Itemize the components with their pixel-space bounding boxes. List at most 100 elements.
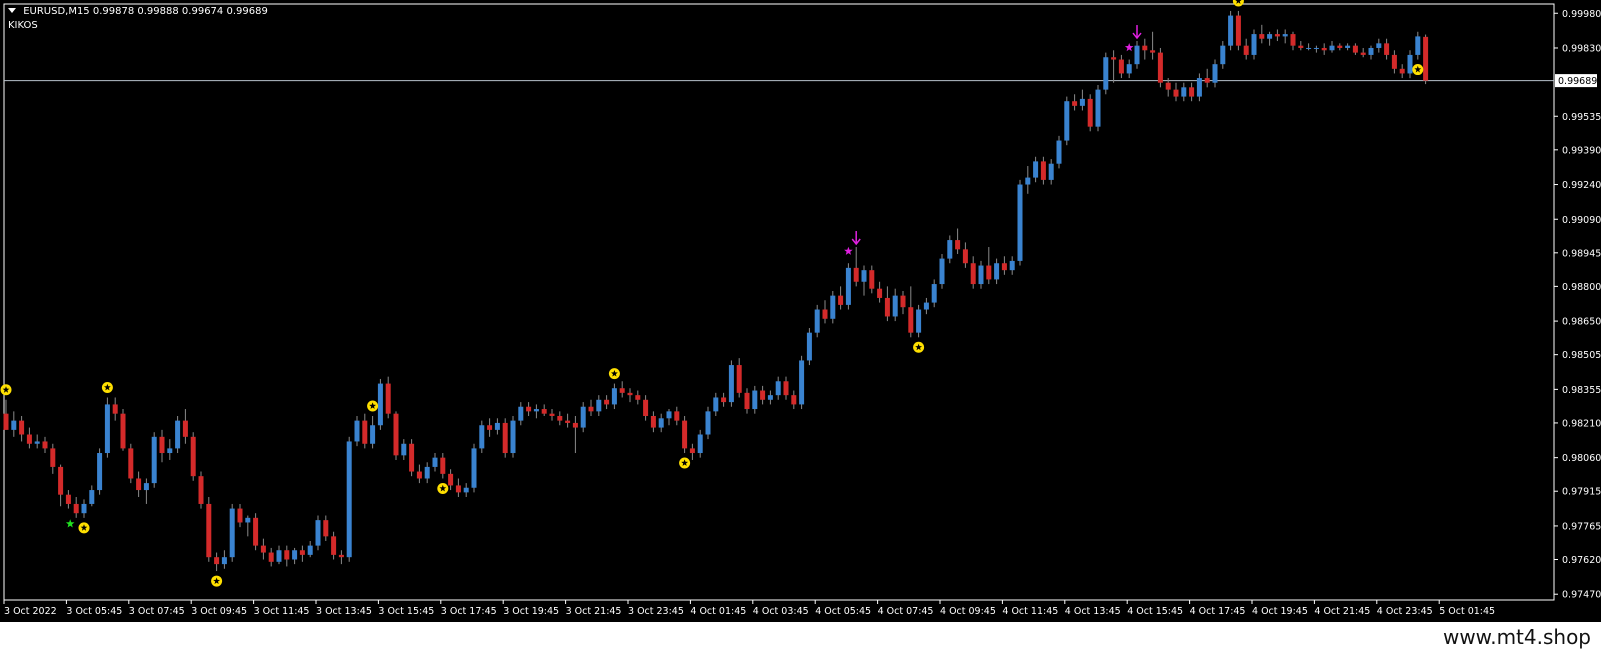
candle	[650, 411, 656, 433]
candle-body	[1111, 57, 1117, 60]
candle	[1274, 29, 1280, 42]
time-tick-label: 3 Oct 21:45	[566, 606, 622, 617]
candle	[463, 483, 469, 498]
candle-body	[260, 545, 266, 553]
candle-body	[1126, 64, 1132, 74]
candle	[892, 288, 898, 322]
candle	[1282, 29, 1288, 44]
price-chart[interactable]: 0.99980 0.99830 0.99535 0.99390 0.99240 0.990…	[0, 0, 1601, 622]
candle-body	[377, 383, 383, 426]
candle	[1040, 156, 1046, 185]
candle-body	[1399, 68, 1405, 74]
candle-body	[892, 295, 898, 317]
candle	[588, 399, 594, 416]
price-tick-label: 0.98945	[1562, 248, 1601, 259]
candle-body	[1259, 34, 1265, 39]
chart-canvas[interactable]: 0.99980 0.99830 0.99535 0.99390 0.99240 0.990…	[0, 0, 1601, 622]
candle	[214, 552, 220, 572]
candle	[845, 263, 851, 310]
candle-body	[81, 503, 87, 514]
candle	[970, 256, 976, 289]
candle	[471, 443, 477, 493]
price-tick-label: 0.98800	[1562, 282, 1601, 293]
candle-body	[1306, 47, 1312, 49]
candle	[1064, 96, 1070, 146]
candle	[861, 265, 867, 296]
candle-body	[752, 390, 758, 410]
candle-body	[1267, 34, 1273, 39]
candle	[736, 358, 742, 398]
candle-body	[1321, 47, 1327, 51]
candle	[494, 418, 500, 435]
candle-body	[206, 503, 212, 558]
candle	[479, 420, 485, 454]
candle	[409, 439, 415, 477]
candle-body	[3, 413, 9, 430]
time-tick-label: 3 Oct 11:45	[254, 606, 310, 617]
candle	[190, 432, 196, 481]
candle	[1306, 43, 1312, 51]
candle-body	[869, 270, 875, 289]
candle	[1001, 256, 1007, 275]
star-signal-icon	[101, 381, 113, 393]
candle	[689, 443, 695, 460]
dropdown-triangle-icon[interactable]	[8, 8, 16, 13]
candle-body	[1017, 184, 1023, 261]
candle	[1321, 43, 1327, 55]
candle-body	[908, 307, 914, 333]
star-signal-icon	[211, 575, 223, 587]
candle-body	[791, 395, 797, 405]
candle	[315, 515, 321, 551]
candle	[666, 409, 672, 426]
candle-body	[455, 485, 461, 493]
candle-body	[432, 457, 438, 467]
candle-body	[518, 406, 524, 421]
candle	[900, 291, 906, 315]
candle-body	[1423, 36, 1429, 81]
candle	[1423, 34, 1429, 85]
price-tick-label: 0.97620	[1562, 555, 1601, 566]
candle-body	[393, 413, 399, 456]
candle	[1368, 45, 1374, 60]
candle	[136, 471, 142, 498]
watermark-bar: www.mt4.shop	[0, 622, 1601, 660]
candle-body	[604, 399, 610, 405]
candle-body	[853, 267, 859, 282]
time-tick-label: 3 Oct 09:45	[191, 606, 247, 617]
candle	[401, 439, 407, 460]
price-tick-label: 0.98210	[1562, 418, 1601, 429]
candle	[50, 443, 56, 474]
candle	[448, 469, 454, 491]
time-tick-label: 4 Oct 03:45	[753, 606, 809, 617]
star-signal-icon	[913, 341, 925, 353]
candle-body	[89, 490, 95, 504]
candle-body	[112, 404, 118, 414]
candle	[1095, 85, 1101, 132]
candle-body	[323, 520, 329, 537]
candle-body	[1345, 45, 1351, 48]
candle-body	[565, 420, 571, 423]
candle	[120, 409, 126, 451]
candle-body	[643, 399, 649, 416]
price-tick-label: 0.99390	[1562, 145, 1601, 156]
candle-body	[346, 441, 352, 558]
time-tick-label: 3 Oct 17:45	[441, 606, 497, 617]
candle	[1337, 43, 1343, 51]
candle	[619, 381, 625, 398]
candle-body	[42, 441, 48, 449]
candle-body	[1360, 52, 1366, 55]
candle	[276, 545, 282, 565]
candle	[986, 247, 992, 285]
price-axis[interactable]: 0.99980 0.99830 0.99535 0.99390 0.99240 0.990…	[1554, 9, 1601, 601]
candle-body	[1181, 87, 1187, 97]
candle	[713, 392, 719, 416]
candle-body	[1290, 34, 1296, 46]
candle-body	[284, 550, 290, 560]
candle-body	[143, 483, 149, 491]
candle	[1118, 54, 1124, 79]
time-axis[interactable]: 3 Oct 2022 3 Oct 05:45 3 Oct 07:45 3 Oct 09…	[3, 600, 1495, 617]
candle-body	[1376, 43, 1382, 48]
candle	[1204, 68, 1210, 88]
candle-body	[1009, 260, 1015, 271]
time-tick-label: 4 Oct 23:45	[1377, 606, 1433, 617]
